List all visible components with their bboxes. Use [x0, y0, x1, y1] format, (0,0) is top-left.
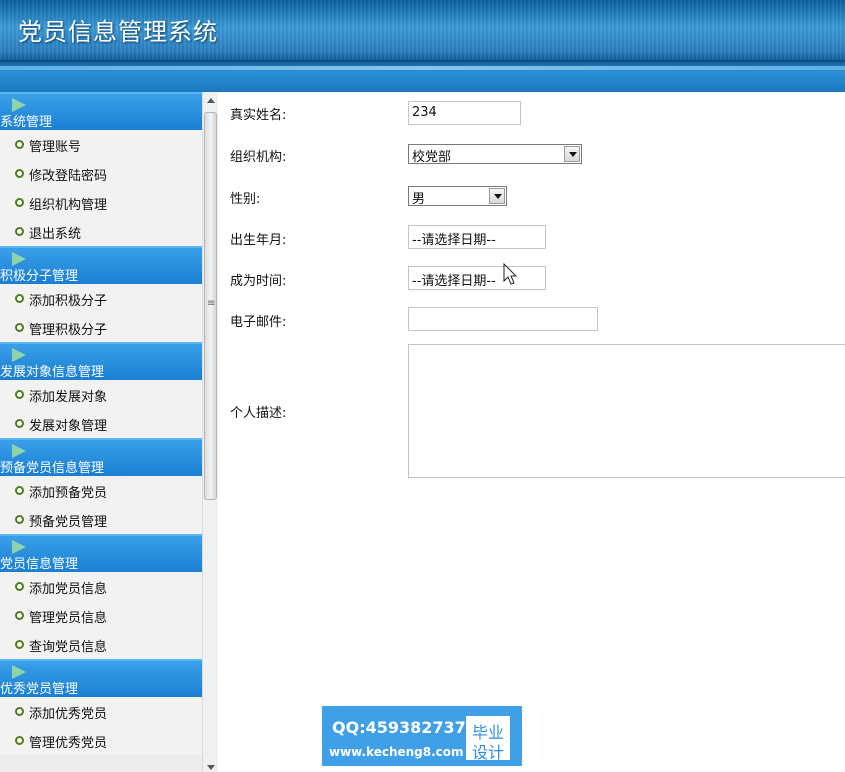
sidebar-item[interactable]: 组织机构管理	[0, 188, 202, 217]
play-arrow-icon	[12, 252, 26, 266]
sidebar-group-label: 优秀党员管理	[0, 682, 79, 697]
sidebar-group-label: 预备党员信息管理	[0, 461, 105, 476]
sidebar-item-label: 发展对象管理	[29, 419, 108, 434]
sidebar-item[interactable]: 管理账号	[0, 130, 202, 159]
sidebar-item[interactable]: 添加积极分子	[0, 284, 202, 313]
play-arrow-icon	[12, 98, 26, 112]
bullet-icon	[15, 323, 24, 332]
bullet-icon	[15, 582, 24, 591]
sidebar-item-label: 添加发展对象	[29, 390, 108, 405]
real-name-label: 真实姓名:	[230, 108, 287, 123]
sidebar-item-label: 查询党员信息	[29, 640, 108, 655]
watermark-site: www.kecheng8.com	[329, 745, 464, 759]
gender-value: 男	[412, 192, 426, 207]
sidebar-item-label: 添加优秀党员	[29, 707, 108, 722]
sidebar-item[interactable]: 管理积极分子	[0, 313, 202, 342]
scroll-down-arrow-icon[interactable]	[207, 765, 215, 770]
sidebar-item-label: 添加积极分子	[29, 294, 108, 309]
watermark-banner: QQ:459382737 www.kecheng8.com 毕业 设计	[322, 706, 522, 766]
description-label: 个人描述:	[230, 406, 287, 421]
watermark-qq: QQ:459382737	[332, 718, 466, 737]
sidebar-item[interactable]: 查询党员信息	[0, 630, 202, 659]
sidebar-item[interactable]: 管理优秀党员	[0, 726, 202, 755]
organization-label: 组织机构:	[230, 150, 287, 165]
bullet-icon	[15, 140, 24, 149]
sidebar-item[interactable]: 管理党员信息	[0, 601, 202, 630]
sidebar-menu: 系统管理管理账号修改登陆密码 组织机构管理 退出系统积极分子管理添加积极分子 管理积极…	[0, 92, 202, 755]
bullet-icon	[15, 611, 24, 620]
description-textarea[interactable]	[408, 344, 845, 478]
app-title: 党员信息管理系统	[18, 18, 218, 46]
sidebar: 系统管理管理账号修改登陆密码 组织机构管理 退出系统积极分子管理添加积极分子 管理积极…	[0, 92, 218, 772]
sidebar-item-label: 组织机构管理	[29, 198, 108, 213]
sidebar-item[interactable]: 预备党员管理	[0, 505, 202, 534]
sidebar-item-label: 退出系统	[29, 227, 82, 242]
bullet-icon	[15, 169, 24, 178]
sidebar-item[interactable]: 修改登陆密码	[0, 159, 202, 188]
chevron-down-icon[interactable]	[489, 188, 505, 204]
join-date-input[interactable]: --请选择日期--	[408, 266, 546, 290]
organization-select[interactable]: 校党部	[408, 144, 582, 165]
sidebar-item[interactable]: 添加党员信息	[0, 572, 202, 601]
bullet-icon	[15, 515, 24, 524]
watermark-badge-line2: 设计	[472, 743, 505, 762]
sidebar-group-header[interactable]: 预备党员信息管理	[0, 438, 202, 476]
sidebar-item-label: 管理账号	[29, 140, 82, 155]
play-arrow-icon	[12, 348, 26, 362]
birth-date-label: 出生年月:	[230, 233, 287, 248]
bullet-icon	[15, 707, 24, 716]
header-highlight	[0, 66, 845, 70]
sidebar-item[interactable]: 添加优秀党员	[0, 697, 202, 726]
bullet-icon	[15, 390, 24, 399]
email-label: 电子邮件:	[230, 315, 287, 330]
sidebar-group-label: 党员信息管理	[0, 557, 79, 572]
sidebar-item-label: 管理优秀党员	[29, 736, 108, 751]
app-header: 党员信息管理系统	[0, 0, 845, 92]
gender-select[interactable]: 男	[408, 186, 507, 207]
sidebar-item-label: 预备党员管理	[29, 515, 108, 530]
bullet-icon	[15, 486, 24, 495]
sidebar-group-label: 系统管理	[0, 115, 53, 130]
form-panel: 真实姓名: 234 组织机构: 校党部 性别: 男 出生年月: --请选择日期-…	[218, 92, 845, 772]
sidebar-group-header[interactable]: 党员信息管理	[0, 534, 202, 572]
bullet-icon	[15, 736, 24, 745]
play-arrow-icon	[12, 444, 26, 458]
sidebar-item[interactable]: 添加预备党员	[0, 476, 202, 505]
bullet-icon	[15, 294, 24, 303]
scroll-thumb[interactable]: ≡	[204, 112, 217, 500]
sidebar-item-label: 管理党员信息	[29, 611, 108, 626]
bullet-icon	[15, 640, 24, 649]
bullet-icon	[15, 419, 24, 428]
organization-value: 校党部	[412, 150, 452, 165]
play-arrow-icon	[12, 540, 26, 554]
sidebar-group-header[interactable]: 积极分子管理	[0, 246, 202, 284]
sidebar-item-label: 管理积极分子	[29, 323, 108, 338]
chevron-down-icon[interactable]	[564, 146, 580, 162]
sidebar-item-label: 添加党员信息	[29, 582, 108, 597]
grip-icon: ≡	[207, 298, 216, 309]
scroll-up-arrow-icon[interactable]	[207, 98, 215, 103]
gender-label: 性别:	[230, 192, 261, 207]
sidebar-item[interactable]: 退出系统	[0, 217, 202, 246]
real-name-input[interactable]: 234	[408, 101, 521, 125]
mouse-cursor-icon	[503, 263, 518, 285]
bullet-icon	[15, 198, 24, 207]
sidebar-group-header[interactable]: 优秀党员管理	[0, 659, 202, 697]
play-arrow-icon	[12, 665, 26, 679]
sidebar-item[interactable]: 添加发展对象	[0, 380, 202, 409]
sidebar-group-label: 发展对象信息管理	[0, 365, 105, 380]
sidebar-scrollbar[interactable]: ≡	[202, 92, 218, 772]
bullet-icon	[15, 227, 24, 236]
sidebar-group-header[interactable]: 系统管理	[0, 92, 202, 130]
watermark-badge: 毕业 设计	[466, 716, 510, 762]
email-input[interactable]	[408, 307, 598, 331]
sidebar-item-label: 修改登陆密码	[29, 169, 108, 184]
sidebar-group-label: 积极分子管理	[0, 269, 79, 284]
join-date-label: 成为时间:	[230, 274, 287, 289]
birth-date-input[interactable]: --请选择日期--	[408, 225, 546, 249]
sidebar-group-header[interactable]: 发展对象信息管理	[0, 342, 202, 380]
sidebar-item[interactable]: 发展对象管理	[0, 409, 202, 438]
sidebar-item-label: 添加预备党员	[29, 486, 108, 501]
